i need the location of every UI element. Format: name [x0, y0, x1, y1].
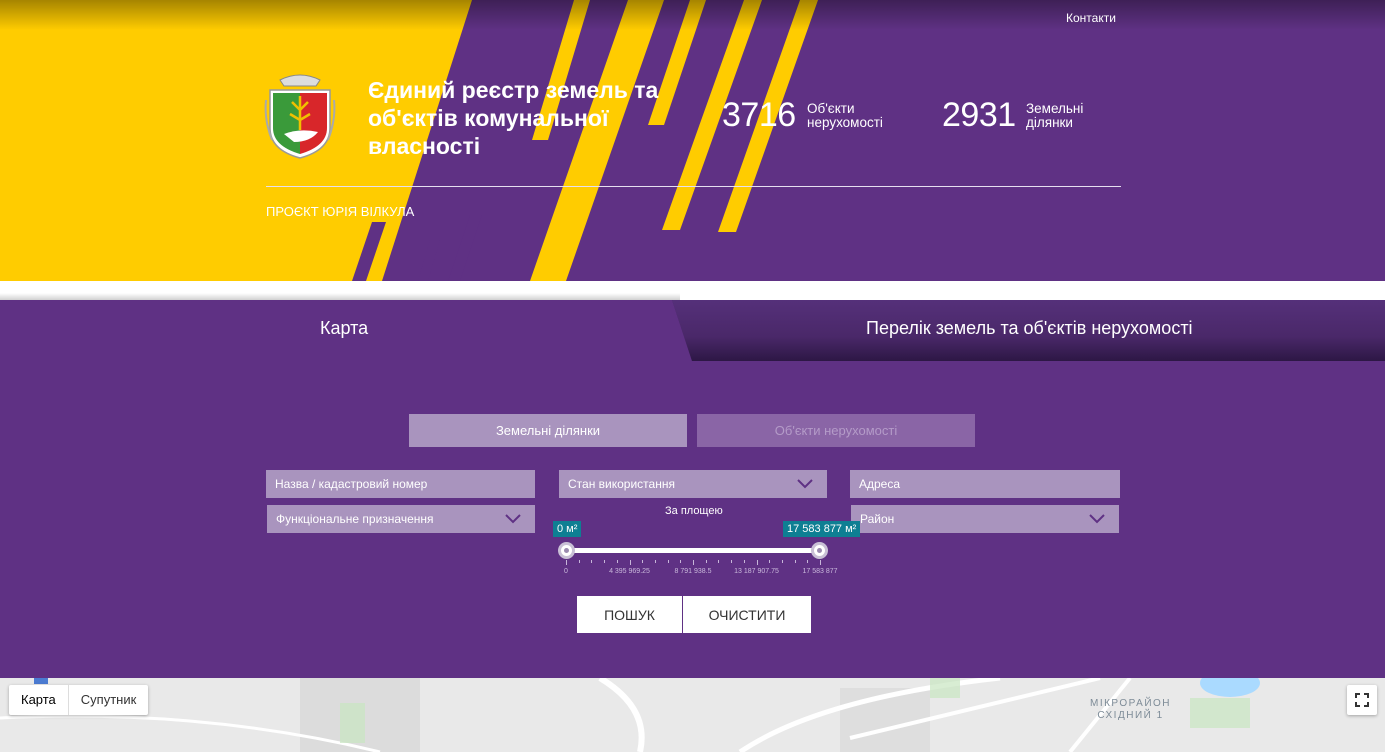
stat-land-count: 2931 [942, 96, 1016, 134]
area-slider-tick-label: 13 187 907.75 [734, 568, 779, 575]
functional-purpose-label: Функціональне призначення [276, 512, 434, 526]
usage-state-select[interactable]: Стан використання [559, 470, 827, 498]
map-type-switch: Карта Супутник [9, 685, 149, 715]
name-cadastral-input[interactable]: Назва / кадастровий номер [266, 470, 535, 498]
area-min-badge: 0 м² [553, 521, 582, 537]
map-tiles [0, 678, 1385, 752]
address-input[interactable]: Адреса [850, 470, 1120, 498]
project-caption: ПРОЄКТ ЮРІЯ ВІЛКУЛА [266, 204, 415, 219]
tab-map[interactable]: Карта [320, 318, 368, 339]
area-slider-tick [616, 560, 618, 563]
fullscreen-icon [1355, 693, 1369, 707]
area-slider-tick [756, 560, 758, 565]
toggle-real-estate[interactable]: Об'єкти нерухомості [697, 414, 975, 447]
area-slider-tick [820, 560, 821, 565]
site-title: Єдиний реєстр земель та об'єктів комунал… [368, 77, 659, 159]
area-slider-tick [731, 560, 733, 563]
district-select[interactable]: Район [851, 505, 1119, 533]
area-slider-tick [705, 560, 707, 563]
area-slider-tick [667, 560, 669, 563]
area-slider-tick [743, 560, 745, 563]
chevron-down-icon [505, 514, 521, 524]
area-slider-min-handle[interactable] [558, 542, 575, 559]
toggle-land-plots[interactable]: Земельні ділянки [409, 414, 687, 447]
address-placeholder: Адреса [859, 477, 901, 491]
map-type-satellite-button[interactable]: Супутник [69, 685, 149, 715]
site-header: Контакти Єдиний реєстр земель та об'єкті… [0, 0, 1385, 281]
area-slider-tick [718, 560, 720, 563]
map-type-map-button[interactable]: Карта [9, 685, 69, 715]
contacts-link[interactable]: Контакти [1066, 11, 1116, 25]
area-slider-tick [591, 560, 593, 563]
view-tabs: Карта Перелік земель та об'єктів нерухом… [0, 300, 1385, 361]
area-slider-tick-label: 8 791 938.5 [674, 568, 712, 575]
area-slider-tick [654, 560, 656, 563]
map-view[interactable]: МІКРОРАЙОН СХІДНИЙ 1 Карта Супутник [0, 678, 1385, 752]
clear-button[interactable]: ОЧИСТИТИ [683, 596, 811, 633]
area-slider-tick [781, 560, 783, 563]
area-slider-tick [642, 560, 644, 563]
area-slider-tick [566, 560, 567, 565]
stat-objects-count: 3716 [722, 96, 796, 134]
area-filter-label: За площею [665, 505, 723, 517]
area-slider-tick-label: 17 583 877 [802, 568, 838, 575]
fullscreen-button[interactable] [1347, 685, 1377, 715]
district-label: Район [860, 512, 895, 526]
map-district-label: МІКРОРАЙОН СХІДНИЙ 1 [1090, 698, 1172, 721]
header-divider [266, 186, 1121, 187]
area-slider-tick [693, 560, 694, 565]
stat-objects-label: Об'єкти нерухомості [807, 101, 883, 130]
city-crest-logo [264, 74, 336, 159]
area-slider-tick-label: 4 395 969.25 [609, 568, 650, 575]
area-slider-tick [680, 560, 682, 563]
usage-state-label: Стан використання [568, 477, 675, 491]
tab-list[interactable]: Перелік земель та об'єктів нерухомості [866, 318, 1193, 339]
chevron-down-icon [1089, 514, 1105, 524]
section-gap [0, 281, 1385, 300]
area-slider-max-handle[interactable] [811, 542, 828, 559]
area-slider-track[interactable] [566, 548, 820, 553]
area-slider-tick [629, 560, 631, 565]
stat-land-label: Земельні ділянки [1026, 101, 1084, 130]
area-slider-tick [578, 560, 580, 563]
name-cadastral-placeholder: Назва / кадастровий номер [275, 477, 428, 491]
functional-purpose-select[interactable]: Функціональне призначення [267, 505, 535, 533]
area-slider-tick [794, 560, 796, 563]
chevron-down-icon [797, 479, 813, 489]
area-slider-tick [807, 560, 809, 563]
area-slider-tick [604, 560, 606, 563]
area-max-badge: 17 583 877 м² [783, 521, 861, 537]
area-slider-tick [769, 560, 771, 563]
area-slider-tick-label: 0 [564, 568, 568, 575]
search-button[interactable]: ПОШУК [577, 596, 682, 633]
